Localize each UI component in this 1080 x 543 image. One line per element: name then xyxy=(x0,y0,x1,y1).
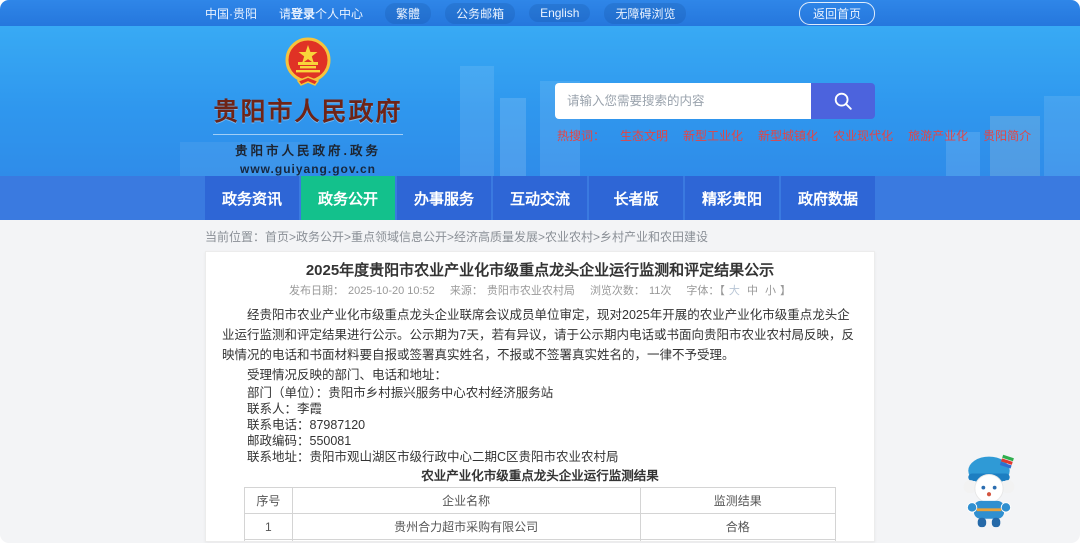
nav-item-zzb[interactable]: 长者版 xyxy=(589,176,683,220)
search-button[interactable] xyxy=(811,83,875,119)
contact-department: 部门（单位）：贵阳市乡村振兴服务中心农村经济服务站 xyxy=(247,386,554,400)
font-size-bracket: 】 xyxy=(780,285,792,297)
publish-date: 2025-10-20 10:52 xyxy=(347,285,435,297)
site-url: www.guiyang.gov.cn xyxy=(239,162,376,176)
hot-word[interactable]: 贵阳简介 xyxy=(983,127,1031,144)
nav-item-zwgk[interactable]: 政务公开 xyxy=(301,176,395,220)
nav-item-bsfw[interactable]: 办事服务 xyxy=(397,176,491,220)
cityscape-decoration xyxy=(990,116,1040,176)
english-link[interactable]: English xyxy=(529,4,591,22)
article-meta: 发布日期： 2025-10-20 10:52 来源： 贵阳市农业农村局 浏览次数： 1… xyxy=(222,284,858,299)
company-name: 贵州合力超市采购有限公司 xyxy=(291,513,641,540)
cityscape-decoration xyxy=(1044,96,1080,176)
national-emblem-icon xyxy=(285,37,331,86)
nav-item-jcgy[interactable]: 精彩贵阳 xyxy=(685,176,779,220)
contact-person: 联系人：李霞 xyxy=(247,402,323,416)
row-index: 2 xyxy=(244,539,293,541)
breadcrumb: 当前位置：首页>政务公开>重点领域信息公开>经济高质量发展>农业农村>乡村产业和… xyxy=(205,220,875,251)
hot-word[interactable]: 新型城镇化 xyxy=(758,127,818,144)
source-label: 来源： xyxy=(449,285,483,297)
row-index: 1 xyxy=(244,513,293,540)
breadcrumb-label: 当前位置： xyxy=(205,230,266,244)
table-caption: 农业产业化市级重点龙头企业运行监测结果 xyxy=(421,469,659,483)
main-nav: 政务资讯 政务公开 办事服务 互动交流 长者版 精彩贵阳 政府数据 xyxy=(0,176,1080,220)
hot-word[interactable]: 农业现代化 xyxy=(833,127,893,144)
article-paragraph: 经贵阳市农业产业化市级重点龙头企业联席会议成员单位审定，现对2025年开展的农业… xyxy=(222,308,854,362)
nav-item-zwzx[interactable]: 政务资讯 xyxy=(205,176,299,220)
nav-item-zfsj[interactable]: 政府数据 xyxy=(781,176,875,220)
region-link[interactable]: 中国·贵阳 xyxy=(205,5,257,22)
contact-postcode: 邮政编码：550081 xyxy=(247,434,352,448)
site-banner: 贵阳市人民政府 贵阳市人民政府.政务 www.guiyang.gov.cn 热搜… xyxy=(0,26,1080,176)
back-home-button[interactable]: 返回首页 xyxy=(798,1,875,25)
traditional-chinese-link[interactable]: 繁體 xyxy=(385,2,432,24)
hot-search-row: 热搜词： 生态文明 新型工业化 新型城镇化 农业现代化 旅游产业化 贵阳简介 xyxy=(557,127,1031,144)
search-input[interactable] xyxy=(555,83,811,119)
table-row: 2 贵州友禾种业有限公司 合格 xyxy=(244,539,836,541)
views-label: 浏览次数： xyxy=(589,285,645,297)
article-body: 经贵阳市农业产业化市级重点龙头企业联席会议成员单位审定，现对2025年开展的农业… xyxy=(222,305,858,541)
views-count: 11次 xyxy=(648,285,672,297)
article-title: 2025年度贵阳市农业产业化市级重点龙头企业运行监测和评定结果公示 xyxy=(305,262,775,279)
article-paragraph: 受理情况反映的部门、电话和地址： xyxy=(247,368,448,382)
publish-date-label: 发布日期： xyxy=(288,285,344,297)
official-mail-link[interactable]: 公务邮箱 xyxy=(445,2,516,24)
login-link[interactable]: 请登录个人中心 xyxy=(279,5,363,22)
browser-page: 中国·贵阳 请登录个人中心 繁體 公务邮箱 English 无障碍浏览 返回首页 xyxy=(0,0,1080,543)
font-size-medium-button[interactable]: 中 xyxy=(747,285,758,297)
article-card: 2025年度贵阳市农业产业化市级重点龙头企业运行监测和评定结果公示 发布日期： 2… xyxy=(205,251,875,542)
table-header-row: 序号 企业名称 监测结果 xyxy=(244,487,836,514)
site-title: 贵阳市人民政府 xyxy=(213,98,403,126)
monitor-result: 合格 xyxy=(639,513,836,540)
font-size-label: 字体：【 xyxy=(686,285,725,297)
site-logo[interactable]: 贵阳市人民政府 贵阳市人民政府.政务 www.guiyang.gov.cn xyxy=(213,36,403,176)
top-utility-bar: 中国·贵阳 请登录个人中心 繁體 公务邮箱 English 无障碍浏览 返回首页 xyxy=(0,0,1080,26)
source: 贵阳市农业农村局 xyxy=(486,285,575,297)
col-header-index: 序号 xyxy=(244,487,293,514)
contact-address: 联系地址：贵阳市观山湖区市级行政中心二期C区贵阳市农业农村局 xyxy=(247,450,619,464)
table-row: 1 贵州合力超市采购有限公司 合格 xyxy=(244,513,836,540)
hot-word[interactable]: 生态文明 xyxy=(620,127,668,144)
col-header-result: 监测结果 xyxy=(639,487,836,514)
monitor-result: 合格 xyxy=(639,539,836,541)
hot-word[interactable]: 旅游产业化 xyxy=(908,127,968,144)
search-icon xyxy=(834,92,852,110)
hot-search-label: 热搜词： xyxy=(557,129,606,143)
accessibility-link[interactable]: 无障碍浏览 xyxy=(604,2,687,24)
nav-item-hdjl[interactable]: 互动交流 xyxy=(493,176,587,220)
site-subtitle: 贵阳市人民政府.政务 xyxy=(213,134,403,159)
col-header-company: 企业名称 xyxy=(291,487,641,514)
monitor-result-table: 序号 企业名称 监测结果 1 贵州合力超市采购有限公司 合格 2 xyxy=(244,487,836,541)
ethnic-mascot-icon[interactable] xyxy=(956,450,1022,535)
breadcrumb-path[interactable]: 首页>政务公开>重点领域信息公开>经济高质量发展>农业农村>乡村产业和农田建设 xyxy=(265,230,708,244)
contact-phone: 联系电话：87987120 xyxy=(247,418,366,432)
font-size-small-button[interactable]: 小 xyxy=(765,285,776,297)
search-bar xyxy=(555,83,875,119)
font-size-large-button[interactable]: 大 xyxy=(729,285,740,297)
hot-word[interactable]: 新型工业化 xyxy=(683,127,743,144)
company-name: 贵州友禾种业有限公司 xyxy=(291,539,641,541)
